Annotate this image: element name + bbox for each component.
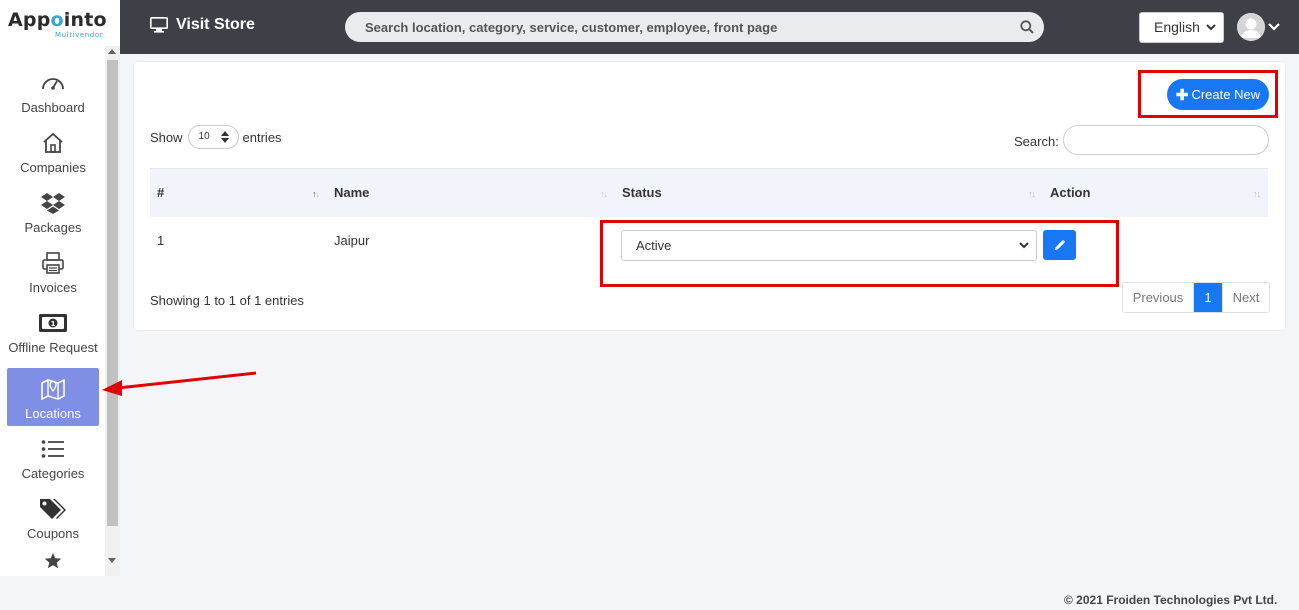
cell-name: Jaipur bbox=[334, 232, 370, 248]
global-search[interactable] bbox=[345, 12, 1044, 42]
tags-icon bbox=[7, 496, 99, 522]
sort-icon: ↑↓ bbox=[1253, 189, 1261, 199]
sidebar-item-invoices[interactable]: Invoices bbox=[7, 242, 99, 300]
sidebar-item-label: Locations bbox=[25, 406, 81, 421]
user-icon bbox=[1237, 13, 1265, 41]
entries-per-page-select[interactable]: 10 bbox=[187, 125, 239, 149]
scroll-thumb[interactable] bbox=[107, 60, 118, 526]
pagination-previous[interactable]: Previous bbox=[1123, 283, 1194, 312]
column-header-index[interactable]: # ↑↓ bbox=[150, 169, 327, 217]
sidebar-item-categories[interactable]: Categories bbox=[7, 428, 99, 486]
column-header-status[interactable]: Status ↑↓ bbox=[615, 169, 1043, 217]
sidebar: Appointo Multivendor Dashboard Companies… bbox=[0, 0, 120, 576]
sidebar-item-label: Dashboard bbox=[21, 100, 85, 115]
sidebar-item-packages[interactable]: Packages bbox=[7, 182, 99, 240]
highlight-box-status-action bbox=[600, 220, 1119, 287]
cell-index: 1 bbox=[157, 232, 165, 248]
show-label: Show bbox=[150, 129, 183, 145]
scroll-down-arrow[interactable] bbox=[108, 558, 116, 563]
global-search-input[interactable] bbox=[345, 12, 1005, 42]
sort-icon: ↑↓ bbox=[1028, 189, 1036, 199]
sort-arrows-icon bbox=[220, 131, 229, 143]
sidebar-item-dashboard[interactable]: Dashboard bbox=[7, 62, 99, 120]
user-avatar[interactable] bbox=[1237, 13, 1265, 41]
table-search-label: Search: bbox=[1014, 134, 1059, 149]
sidebar-item-companies[interactable]: Companies bbox=[7, 122, 99, 180]
sort-icon: ↑↓ bbox=[312, 189, 320, 199]
dropbox-icon bbox=[7, 190, 99, 216]
pagination-next[interactable]: Next bbox=[1222, 283, 1269, 312]
brand-logo[interactable]: Appointo Multivendor bbox=[0, 0, 120, 54]
table-info: Showing 1 to 1 of 1 entries bbox=[150, 293, 304, 308]
sidebar-item-locations[interactable]: Locations bbox=[7, 368, 99, 426]
show-entries: Show 10 entries bbox=[150, 125, 282, 149]
sidebar-item-label: Invoices bbox=[29, 280, 77, 295]
language-select[interactable]: English bbox=[1139, 12, 1224, 43]
chevron-down-icon bbox=[1206, 24, 1216, 31]
sidebar-item-coupons[interactable]: Coupons bbox=[7, 488, 99, 546]
chevron-down-icon[interactable] bbox=[1268, 22, 1280, 31]
sidebar-scrollbar[interactable] bbox=[105, 46, 120, 576]
visit-store-link[interactable]: Visit Store bbox=[150, 16, 255, 34]
sidebar-item-reviews[interactable] bbox=[7, 546, 99, 576]
highlight-box-create bbox=[1138, 70, 1278, 118]
sidebar-item-offline-request[interactable]: 1 Offline Request bbox=[7, 302, 99, 360]
table-header-row: # ↑↓ Name ↑↓ Status ↑↓ Action ↑↓ bbox=[150, 168, 1268, 217]
language-value: English bbox=[1154, 19, 1200, 35]
annotation-arrow bbox=[102, 371, 257, 396]
list-icon bbox=[7, 436, 99, 462]
monitor-icon bbox=[150, 17, 168, 33]
top-bar: Visit Store English bbox=[120, 0, 1299, 54]
search-icon[interactable] bbox=[1020, 20, 1034, 34]
scroll-up-arrow[interactable] bbox=[108, 49, 116, 54]
visit-store-label: Visit Store bbox=[176, 16, 255, 33]
money-bill-icon: 1 bbox=[7, 310, 99, 336]
sidebar-item-label: Offline Request bbox=[8, 340, 98, 355]
sidebar-item-label: Companies bbox=[20, 160, 86, 175]
sidebar-item-label: Categories bbox=[21, 466, 85, 481]
svg-text:1: 1 bbox=[51, 320, 56, 328]
sidebar-item-label: Coupons bbox=[26, 526, 80, 541]
map-icon bbox=[7, 376, 99, 402]
sidebar-item-label: Packages bbox=[24, 220, 82, 235]
locations-card: ✚ Create New Show 10 entries Search: # ↑↓… bbox=[134, 62, 1285, 330]
gauge-icon bbox=[7, 70, 99, 96]
sort-icon: ↑↓ bbox=[600, 189, 608, 199]
footer-copyright: © 2021 Froiden Technologies Pvt Ltd. bbox=[1064, 593, 1278, 607]
column-header-action[interactable]: Action ↑↓ bbox=[1043, 169, 1268, 217]
brand-subtitle: Multivendor bbox=[55, 31, 104, 39]
star-icon bbox=[7, 551, 99, 569]
column-header-name[interactable]: Name ↑↓ bbox=[327, 169, 615, 217]
printer-icon bbox=[7, 250, 99, 276]
home-icon bbox=[7, 130, 99, 156]
table-search-input[interactable] bbox=[1063, 125, 1269, 155]
pagination-page-1[interactable]: 1 bbox=[1194, 283, 1222, 312]
entries-label: entries bbox=[242, 129, 282, 145]
entries-value: 10 bbox=[198, 131, 210, 142]
brand-name: Appointo bbox=[8, 9, 107, 31]
pagination: Previous 1 Next bbox=[1122, 282, 1270, 313]
